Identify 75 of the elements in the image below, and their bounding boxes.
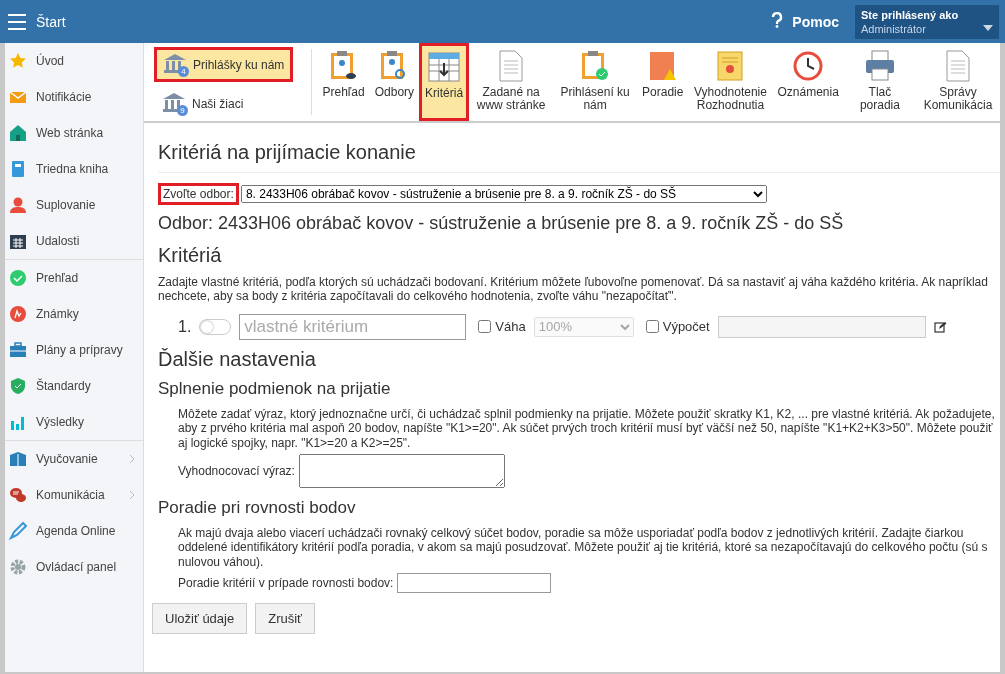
order-field[interactable]	[397, 573, 552, 594]
help-button[interactable]: Pomoc	[771, 12, 839, 31]
toolbar-button[interactable]: Odbory	[369, 43, 420, 121]
section-heading: Kritériá	[158, 244, 223, 267]
sidebar-item[interactable]: Ovládací panel	[5, 549, 143, 585]
field-label: Vyhodnocovací výraz:	[178, 463, 295, 478]
toolbar-button[interactable]: Prehľad	[317, 43, 370, 121]
sidebar-item[interactable]: Komunikácia	[5, 477, 143, 513]
check-circle-icon	[9, 269, 27, 287]
open-book-icon	[9, 450, 27, 468]
sidebar-item[interactable]: Vyučovanie	[5, 441, 143, 477]
field-dropdown[interactable]: 8. 2433H06 obrábač kovov - sústruženie a brúsenie pre 8. a 9. ročník ZŠ - do SŠ	[240, 185, 767, 203]
edit-icon[interactable]	[933, 320, 947, 333]
sidebar-item[interactable]: Web stránka	[5, 115, 143, 151]
row-number: 1.	[178, 317, 192, 336]
calculation-label: Výpočet	[662, 319, 710, 335]
help-icon	[771, 12, 784, 31]
gear-icon	[9, 558, 27, 576]
calculation-checkbox[interactable]	[645, 320, 659, 334]
sidebar-item[interactable]: Notifikácie	[5, 79, 143, 115]
sidebar-item[interactable]: Plány a prípravy	[5, 332, 143, 368]
subsection-heading: Poradie pri rovnosti bodov	[158, 497, 357, 518]
sidebar-item[interactable]: Prehľad	[5, 260, 143, 296]
expression-field[interactable]	[298, 453, 505, 488]
toolbar-button[interactable]: Zadané na www stránke	[469, 43, 554, 121]
toolbar-button[interactable]: Prihlásení ku nám	[553, 43, 638, 121]
page-title: Kritériá na prijímacie konanie	[158, 141, 1000, 173]
count-badge: 4	[178, 65, 189, 77]
user-dropdown[interactable]: Ste prihlásený ako Administrátor	[855, 4, 999, 39]
pen-icon	[9, 522, 27, 540]
app-title[interactable]: Štart	[36, 13, 66, 30]
toggle-switch[interactable]	[199, 318, 232, 335]
cancel-button[interactable]: Zrušiť	[255, 603, 315, 635]
sidebar-item[interactable]: Triedna kniha	[5, 151, 143, 187]
toolbar-button[interactable]: Kritériá	[419, 43, 470, 121]
toolbar-button[interactable]: Oznámenia	[772, 43, 844, 121]
toolbar-button[interactable]: Tlač poradia	[843, 43, 916, 121]
help-text: Môžete zadať výraz, ktorý jednoznačne určí, či uchádzač splnil podmienky na prijatie. Môžete použiť skratky K1, K2, ... pre vlastné kritériá. Ak požadujete, aby z prvého kritéria mal aspoň 20 bodov, napíšte "K1>=20". Ak súčet prvých troch kritérií musí byť väčší než 50, napíšte "K1+K2+K3>50". Môžete použiť aj logické spojky, napr. "K1>=20 a K2>=25".	[178, 406, 996, 450]
count-badge: 9	[177, 104, 188, 116]
weight-checkbox[interactable]	[478, 320, 492, 334]
criterion-name-field[interactable]: vlastné kritérium	[239, 313, 467, 340]
field-label: Zvoľte odbor:	[158, 183, 239, 205]
star-icon	[9, 52, 27, 70]
sidebar-item[interactable]: Suplovanie	[5, 187, 143, 223]
caret-icon[interactable]	[983, 24, 993, 31]
toolbar-button[interactable]: 4 Prihlášky ku nám	[154, 47, 294, 83]
notebook-icon	[9, 160, 27, 178]
briefcase-icon	[9, 341, 27, 359]
help-text: Zadajte vlastné kritériá, podľa ktorých sú uchádzači bodovaní. Kritérium môžete ľubovoľne pomenovať. Dá sa nastaviť aj váha každého kritéria. Ak napríklad nechcete, aby sa body z kritéria započítavali do celkového hodnotenia, zvoľte váhu "nezapočítať".	[158, 275, 989, 304]
toolbar-button[interactable]: 9 Naši žiaci	[154, 86, 252, 121]
grade-circle-icon	[9, 305, 27, 323]
toolbar-button[interactable]: Vyhodnotenie Rozhodnutia	[688, 43, 773, 121]
user-name: Administrátor	[861, 22, 927, 35]
calendar-icon	[9, 232, 27, 250]
sidebar-item[interactable]: Udalosti	[5, 223, 143, 259]
field-label: Poradie kritérií v prípade rovnosti bodov:	[178, 576, 394, 591]
field-heading: Odbor: 2433H06 obrábač kovov - sústruženie a brúsenie pre 8. a 9. ročník ZŠ - do SŠ	[158, 213, 845, 234]
user-label: Ste prihlásený ako	[861, 8, 960, 21]
toolbar-button[interactable]: Poradie	[637, 43, 689, 121]
sidebar-item[interactable]: Agenda Online	[5, 513, 143, 549]
sidebar-item[interactable]: Známky	[5, 296, 143, 332]
house-icon	[9, 124, 27, 142]
person-icon	[9, 196, 27, 214]
help-text: Ak majú dvaja alebo viacerí uchádzači rovnaký celkový súčet bodov, poradie sa môže usporiadať podľa bodov z jednotlivých kritérií. Zadajte čiarkou oddelené identifikátory kritérií podľa poradia, v akom sa majú posudzovať. Môžete použiť aj tie kritériá, ktoré sa nezapočítavajú do celkového počtu (sú s nulovou váhou).	[178, 525, 989, 570]
weight-label: Váha	[495, 319, 526, 335]
menu-icon[interactable]	[8, 13, 28, 30]
subsection-heading: Splnenie podmienok na prijatie	[158, 378, 392, 399]
save-button[interactable]: Uložiť údaje	[152, 603, 248, 635]
sidebar-item[interactable]: Štandardy	[5, 368, 143, 404]
chat-bubbles-icon	[9, 486, 27, 504]
toolbar-button[interactable]: Správy Komunikácia	[916, 43, 1000, 121]
section-heading: Ďalšie nastavenia	[158, 347, 317, 371]
sidebar-item[interactable]: Výsledky	[5, 404, 143, 440]
sidebar-item[interactable]: Úvod	[5, 43, 143, 79]
shield-icon	[9, 377, 27, 395]
